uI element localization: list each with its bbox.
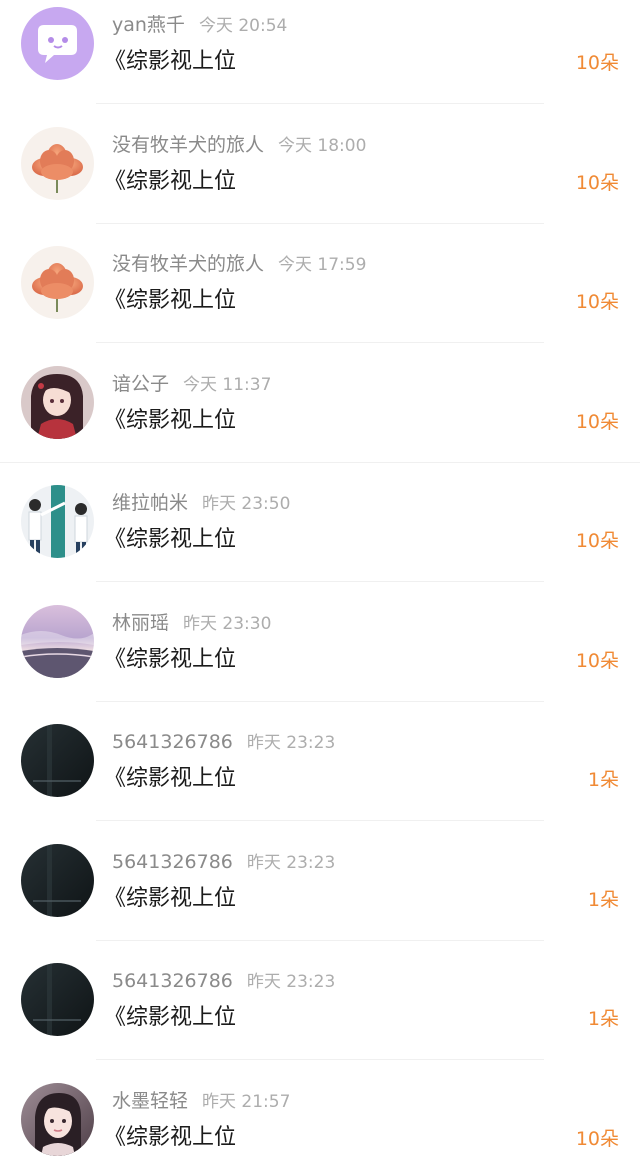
book-title[interactable]: 《综影视上位	[104, 881, 236, 917]
book-title[interactable]: 《综影视上位	[104, 761, 236, 797]
avatar[interactable]	[21, 843, 94, 917]
item-meta: 水墨轻轻 昨天 21:57	[112, 1088, 290, 1114]
flower-avatar-icon	[21, 246, 94, 319]
dark-avatar-icon	[21, 963, 94, 1036]
item-meta: 没有牧羊犬的旅人 今天 17:59	[112, 251, 366, 277]
username[interactable]: yan燕千	[112, 14, 185, 36]
item-meta: 5641326786 昨天 23:23	[112, 849, 335, 875]
timestamp: 昨天 21:57	[202, 1091, 291, 1112]
avatar[interactable]	[21, 604, 94, 678]
item-meta: 维拉帕米 昨天 23:50	[112, 490, 290, 516]
flower-count: 10朵	[575, 52, 619, 74]
timestamp: 昨天 23:23	[246, 733, 336, 753]
sky-landscape-avatar-icon	[21, 604, 94, 678]
avatar[interactable]	[21, 724, 94, 797]
list-item[interactable]: 谙公子 今天 11:37 《综影视上位 10朵	[0, 359, 640, 479]
item-meta: 5641326786 昨天 23:23	[112, 968, 335, 994]
item-meta: 林丽瑶 昨天 23:30	[112, 610, 271, 636]
timestamp: 今天 17:59	[278, 255, 367, 275]
timestamp: 昨天 23:30	[183, 613, 272, 634]
dark-avatar-icon	[21, 843, 94, 917]
username[interactable]: 维拉帕米	[112, 492, 188, 514]
book-title[interactable]: 《综影视上位	[104, 1120, 236, 1156]
flower-count: 10朵	[575, 530, 619, 552]
timestamp: 今天 18:00	[278, 135, 367, 156]
avatar[interactable]	[21, 7, 94, 80]
girl-portrait-avatar-icon	[21, 1082, 94, 1156]
flower-count: 10朵	[575, 291, 619, 313]
divider	[96, 581, 544, 582]
book-title[interactable]: 《综影视上位	[104, 44, 236, 80]
flower-count: 1朵	[587, 888, 619, 911]
username[interactable]: 5641326786	[112, 731, 233, 753]
username[interactable]: 没有牧羊犬的旅人	[112, 134, 264, 156]
avatar[interactable]	[21, 485, 94, 558]
item-meta: 5641326786 昨天 23:23	[112, 729, 335, 755]
timestamp: 昨天 23:50	[202, 494, 291, 514]
username[interactable]: 没有牧羊犬的旅人	[112, 253, 264, 275]
username[interactable]: 5641326786	[112, 851, 233, 873]
flower-count: 10朵	[575, 171, 619, 194]
list-item[interactable]: 5641326786 昨天 23:23 《综影视上位 1朵	[0, 837, 640, 957]
book-title[interactable]: 《综影视上位	[104, 1000, 236, 1036]
divider	[96, 1059, 544, 1060]
timestamp: 昨天 23:23	[246, 972, 336, 992]
purple-chat-avatar-icon	[21, 7, 94, 80]
flower-count: 10朵	[575, 649, 619, 672]
list-item[interactable]: 维拉帕米 昨天 23:50 《综影视上位 10朵	[0, 478, 640, 598]
divider	[96, 820, 544, 821]
avatar[interactable]	[21, 963, 94, 1036]
list-item[interactable]: 水墨轻轻 昨天 21:57 《综影视上位 10朵	[0, 1076, 640, 1175]
book-title[interactable]: 《综影视上位	[104, 283, 236, 319]
book-title[interactable]: 《综影视上位	[104, 403, 236, 439]
username[interactable]: 谙公子	[112, 373, 169, 395]
avatar[interactable]	[21, 246, 94, 319]
timestamp: 今天 11:37	[183, 374, 272, 395]
divider	[96, 342, 544, 343]
book-title[interactable]: 《综影视上位	[104, 164, 236, 200]
gift-list: yan燕千 今天 20:54 《综影视上位 10朵 没有牧羊犬的旅人 今天 18:0…	[0, 0, 640, 1175]
illustrated-woman-avatar-icon	[21, 365, 94, 439]
divider	[96, 103, 544, 104]
avatar[interactable]	[21, 1082, 94, 1156]
divider	[0, 461, 640, 463]
flower-count: 1朵	[587, 769, 619, 791]
flower-avatar-icon	[21, 126, 94, 200]
username[interactable]: 5641326786	[112, 970, 233, 992]
divider	[96, 939, 544, 941]
dark-avatar-icon	[21, 724, 94, 797]
divider	[96, 700, 544, 702]
list-item[interactable]: 没有牧羊犬的旅人 今天 17:59 《综影视上位 10朵	[0, 239, 640, 359]
item-meta: yan燕千 今天 20:54	[112, 12, 287, 38]
dancers-avatar-icon	[21, 485, 94, 558]
book-title[interactable]: 《综影视上位	[104, 522, 236, 558]
list-item[interactable]: yan燕千 今天 20:54 《综影视上位 10朵	[0, 0, 640, 120]
flower-count: 1朵	[587, 1008, 619, 1030]
book-title[interactable]: 《综影视上位	[104, 642, 236, 678]
item-meta: 谙公子 今天 11:37	[112, 371, 271, 397]
avatar[interactable]	[21, 126, 94, 200]
username[interactable]: 林丽瑶	[112, 612, 169, 634]
list-item[interactable]: 5641326786 昨天 23:23 《综影视上位 1朵	[0, 717, 640, 837]
flower-count: 10朵	[575, 410, 619, 433]
avatar[interactable]	[21, 365, 94, 439]
timestamp: 昨天 23:23	[246, 852, 336, 873]
divider	[96, 222, 544, 224]
username[interactable]: 水墨轻轻	[112, 1090, 188, 1112]
list-item[interactable]: 没有牧羊犬的旅人 今天 18:00 《综影视上位 10朵	[0, 120, 640, 240]
flower-count: 10朵	[575, 1127, 619, 1150]
list-item[interactable]: 5641326786 昨天 23:23 《综影视上位 1朵	[0, 956, 640, 1076]
item-meta: 没有牧羊犬的旅人 今天 18:00	[112, 132, 366, 158]
timestamp: 今天 20:54	[198, 16, 288, 36]
list-item[interactable]: 林丽瑶 昨天 23:30 《综影视上位 10朵	[0, 598, 640, 718]
